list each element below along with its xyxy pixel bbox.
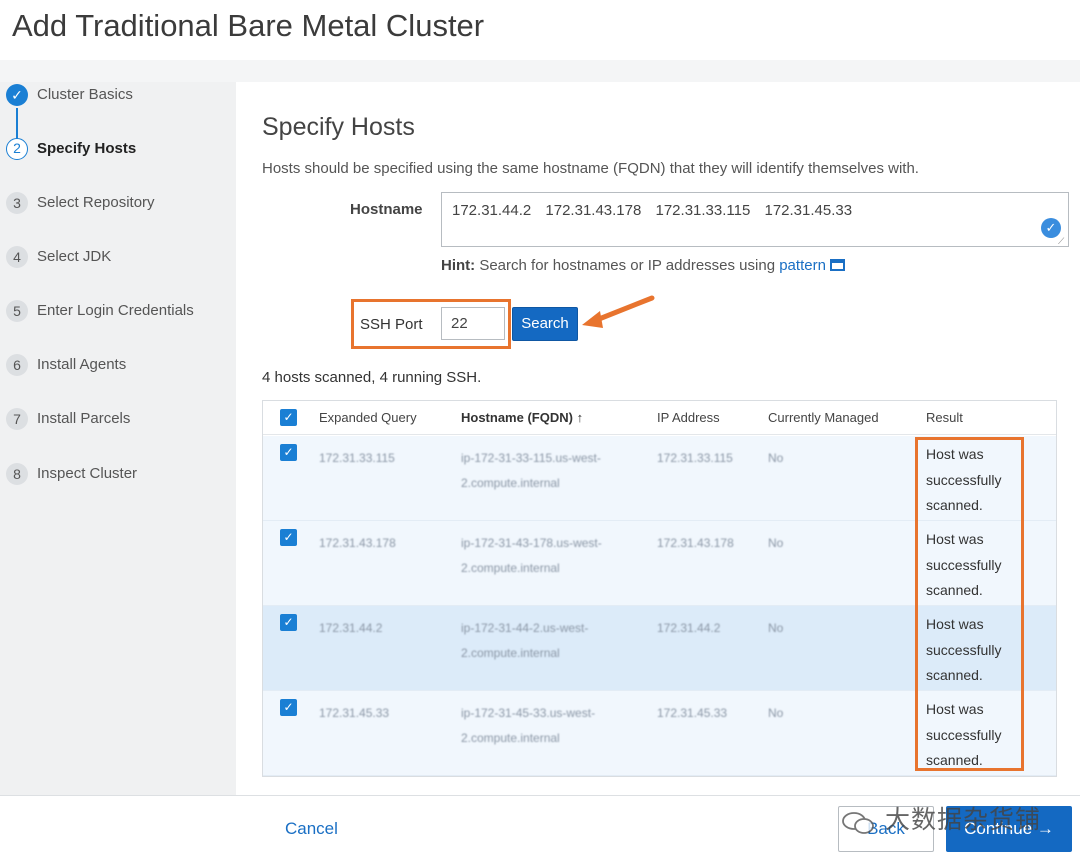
cell-ip-address: 172.31.43.178: [657, 536, 734, 550]
step-label: Cluster Basics: [37, 86, 133, 103]
hostname-label: Hostname: [350, 201, 423, 218]
step-label: Select JDK: [37, 248, 112, 265]
row-checkbox[interactable]: ✓: [280, 614, 297, 631]
row-checkbox[interactable]: ✓: [280, 699, 297, 716]
cell-ip-address: 172.31.44.2: [657, 621, 721, 635]
cell-hostname: ip-172-31-33-115.us-west-2.compute.inter…: [461, 451, 601, 490]
section-title: Specify Hosts: [262, 113, 415, 141]
row-checkbox[interactable]: ✓: [280, 529, 297, 546]
search-button[interactable]: Search: [512, 307, 578, 341]
step-select-repository: 3 Select Repository: [0, 189, 236, 219]
hint-text: Search for hostnames or IP addresses usi…: [479, 257, 776, 274]
cell-expanded-query: 172.31.43.178: [319, 536, 396, 550]
step-specify-hosts[interactable]: 2 Specify Hosts: [0, 135, 236, 165]
step-inspect-cluster: 8 Inspect Cluster: [0, 460, 236, 490]
step-install-agents: 6 Install Agents: [0, 351, 236, 381]
step-number: 2: [6, 138, 28, 160]
cell-managed: No: [768, 621, 784, 635]
step-number: 5: [6, 300, 28, 322]
cell-managed: No: [768, 451, 784, 465]
pattern-link[interactable]: pattern: [779, 257, 826, 274]
cell-hostname: ip-172-31-43-178.us-west-2.compute.inter…: [461, 536, 602, 575]
result-column-highlight: [915, 437, 1024, 771]
step-number: 4: [6, 246, 28, 268]
cell-hostname: ip-172-31-45-33.us-west-2.compute.intern…: [461, 706, 596, 745]
cell-expanded-query: 172.31.45.33: [319, 706, 390, 720]
sort-asc-icon: ↑: [576, 410, 584, 425]
step-label: Specify Hosts: [37, 140, 137, 157]
cell-expanded-query: 172.31.44.2: [319, 621, 383, 635]
external-window-icon[interactable]: [829, 259, 845, 271]
select-all-checkbox[interactable]: ✓: [280, 409, 297, 426]
step-enter-login-credentials: 5 Enter Login Credentials: [0, 297, 236, 327]
step-number: 7: [6, 408, 28, 430]
ssh-port-input[interactable]: [441, 307, 505, 340]
step-number: 3: [6, 192, 28, 214]
ssh-port-label: SSH Port: [360, 316, 423, 333]
cell-hostname: ip-172-31-44-2.us-west-2.compute.interna…: [461, 621, 589, 660]
hint: Hint: Search for hostnames or IP address…: [441, 257, 845, 274]
step-label: Enter Login Credentials: [37, 302, 194, 319]
step-label: Select Repository: [37, 194, 155, 211]
step-label: Install Agents: [37, 356, 127, 373]
cell-expanded-query: 172.31.33.115: [319, 451, 395, 465]
annotation-arrow-icon: [582, 295, 655, 328]
cell-ip-address: 172.31.33.115: [657, 451, 733, 465]
hostname-textarea[interactable]: 172.31.44.2 172.31.43.178 172.31.33.115 …: [441, 192, 1069, 247]
step-label: Install Parcels: [37, 410, 131, 427]
column-hostname[interactable]: Hostname (FQDN) ↑: [461, 410, 583, 425]
header-divider: [0, 60, 1080, 82]
table-header: ✓ Expanded Query Hostname (FQDN) ↑ IP Ad…: [263, 401, 1056, 435]
step-number: 8: [6, 463, 28, 485]
valid-check-icon: ✓: [1041, 218, 1061, 238]
column-currently-managed[interactable]: Currently Managed: [768, 410, 879, 425]
cell-ip-address: 172.31.45.33: [657, 706, 728, 720]
page-title: Add Traditional Bare Metal Cluster: [12, 8, 485, 43]
cell-managed: No: [768, 706, 784, 720]
step-number: 6: [6, 354, 28, 376]
step-install-parcels: 7 Install Parcels: [0, 405, 236, 435]
cell-managed: No: [768, 536, 784, 550]
scan-summary: 4 hosts scanned, 4 running SSH.: [262, 369, 482, 386]
column-ip-address[interactable]: IP Address: [657, 410, 720, 425]
step-cluster-basics[interactable]: ✓ Cluster Basics: [0, 81, 236, 111]
watermark-text: 大数据杂货铺: [885, 806, 1042, 834]
check-icon: ✓: [6, 84, 28, 106]
resize-handle-icon[interactable]: ⟋: [1058, 236, 1068, 246]
row-checkbox[interactable]: ✓: [280, 444, 297, 461]
step-select-jdk: 4 Select JDK: [0, 243, 236, 273]
column-hostname-label: Hostname (FQDN): [461, 410, 573, 425]
cancel-button[interactable]: Cancel: [285, 819, 338, 839]
hint-prefix: Hint:: [441, 257, 476, 274]
instructions-text: Hosts should be specified using the same…: [262, 160, 919, 177]
column-expanded-query[interactable]: Expanded Query: [319, 410, 417, 425]
column-result[interactable]: Result: [926, 410, 963, 425]
wechat-icon: [842, 812, 874, 834]
step-label: Inspect Cluster: [37, 465, 138, 482]
